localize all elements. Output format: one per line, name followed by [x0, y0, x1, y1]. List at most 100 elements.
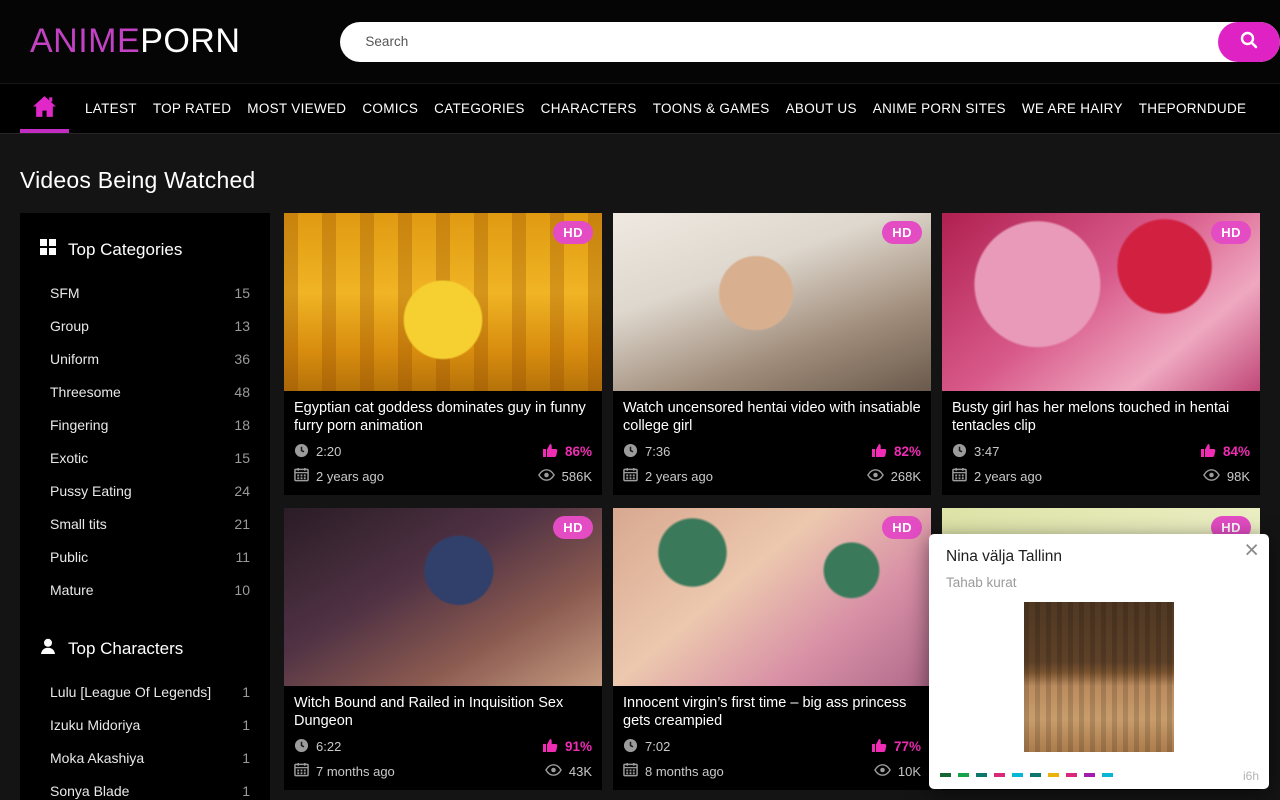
video-duration: 7:36: [645, 444, 670, 459]
video-title[interactable]: Innocent virgin’s first time – big ass p…: [623, 694, 921, 731]
sidebar-item-count: 24: [234, 483, 250, 499]
sidebar-item-label: Sonya Blade: [50, 783, 129, 799]
sidebar-item-label: Uniform: [50, 351, 99, 367]
video-views: 586K: [562, 469, 592, 484]
logo-part-porn: PORN: [140, 22, 240, 60]
video-meta-row: 2 years ago 98K: [952, 467, 1250, 485]
nav-item-latest[interactable]: LATEST: [85, 101, 137, 116]
video-rating: 77%: [894, 739, 921, 754]
home-icon: [32, 95, 57, 123]
loading-dash: [976, 773, 987, 777]
ad-timestamp: i6h: [1243, 769, 1259, 783]
sidebar-item-label: Pussy Eating: [50, 483, 132, 499]
video-age: 2 years ago: [316, 469, 384, 484]
nav-item-toons-games[interactable]: TOONS & GAMES: [653, 101, 770, 116]
top-characters-header: Top Characters: [40, 638, 252, 659]
nav-item-about-us[interactable]: ABOUT US: [786, 101, 857, 116]
category-item-group[interactable]: Group 13: [38, 309, 252, 342]
character-item-moka-akashiya[interactable]: Moka Akashiya 1: [38, 741, 252, 774]
sidebar-item-label: Izuku Midoriya: [50, 717, 140, 733]
character-item-sonya-blade[interactable]: Sonya Blade 1: [38, 774, 252, 800]
sidebar-item-count: 15: [234, 285, 250, 301]
video-duration: 3:47: [974, 444, 999, 459]
ad-popup[interactable]: × Nina välja Tallinn Tahab kurat i6h: [929, 534, 1269, 789]
hd-badge: HD: [882, 516, 922, 539]
nav-item-categories[interactable]: CATEGORIES: [434, 101, 525, 116]
hd-badge: HD: [553, 516, 593, 539]
sidebar-item-label: Small tits: [50, 516, 107, 532]
sidebar-item-count: 1: [242, 717, 250, 733]
hd-badge: HD: [882, 221, 922, 244]
nav-item-anime-porn-sites[interactable]: ANIME PORN SITES: [873, 101, 1006, 116]
character-item-izuku-midoriya[interactable]: Izuku Midoriya 1: [38, 708, 252, 741]
video-title[interactable]: Witch Bound and Railed in Inquisition Se…: [294, 694, 592, 731]
sidebar-item-count: 48: [234, 384, 250, 400]
eye-icon: [538, 469, 555, 484]
sidebar-item-count: 1: [242, 684, 250, 700]
ad-photo-placeholder[interactable]: [1024, 602, 1174, 752]
video-rating: 84%: [1223, 444, 1250, 459]
video-title[interactable]: Watch uncensored hentai video with insat…: [623, 399, 921, 436]
search-button[interactable]: [1218, 22, 1280, 62]
nav-item-home[interactable]: [20, 84, 69, 133]
sidebar-item-label: Group: [50, 318, 89, 334]
nav-item-comics[interactable]: COMICS: [362, 101, 418, 116]
video-card-1[interactable]: HD Egyptian cat goddess dominates guy in…: [284, 213, 602, 495]
category-item-fingering[interactable]: Fingering 18: [38, 408, 252, 441]
video-card-4[interactable]: HD Witch Bound and Railed in Inquisition…: [284, 508, 602, 790]
video-meta-row: 2 years ago 268K: [623, 467, 921, 485]
nav-item-characters[interactable]: CHARACTERS: [541, 101, 637, 116]
category-item-exotic[interactable]: Exotic 15: [38, 441, 252, 474]
hd-badge: HD: [1211, 221, 1251, 244]
top-categories-header: Top Categories: [40, 239, 252, 260]
category-item-mature[interactable]: Mature 10: [38, 573, 252, 606]
sidebar-item-count: 21: [234, 516, 250, 532]
sidebar-item-count: 1: [242, 783, 250, 799]
search-bar: [340, 22, 1280, 62]
character-icon: [40, 638, 56, 659]
category-item-threesome[interactable]: Threesome 48: [38, 375, 252, 408]
video-thumbnail[interactable]: HD: [284, 213, 602, 391]
nav-item-we-are-hairy[interactable]: WE ARE HAIRY: [1022, 101, 1123, 116]
video-title[interactable]: Egyptian cat goddess dominates guy in fu…: [294, 399, 592, 436]
video-card-3[interactable]: HD Busty girl has her melons touched in …: [942, 213, 1260, 495]
character-item-lulu-league-of-legends[interactable]: Lulu [League Of Legends] 1: [38, 675, 252, 708]
video-meta-row: 2 years ago 586K: [294, 467, 592, 485]
category-item-pussy-eating[interactable]: Pussy Eating 24: [38, 474, 252, 507]
close-icon[interactable]: ×: [1244, 534, 1259, 567]
sidebar-item-label: Fingering: [50, 417, 108, 433]
thumbs-up-icon: [542, 442, 558, 461]
ad-loading-dashes: [940, 773, 1113, 777]
nav-item-top-rated[interactable]: TOP RATED: [153, 101, 231, 116]
sidebar-item-label: Exotic: [50, 450, 88, 466]
video-thumbnail[interactable]: HD: [613, 213, 931, 391]
calendar-icon: [294, 467, 309, 485]
nav-item-most-viewed[interactable]: MOST VIEWED: [247, 101, 346, 116]
video-card-5[interactable]: HD Innocent virgin’s first time – big as…: [613, 508, 931, 790]
sidebar-item-label: SFM: [50, 285, 80, 301]
nav-item-theporndude[interactable]: THEPORNDUDE: [1139, 101, 1247, 116]
video-title[interactable]: Busty girl has her melons touched in hen…: [952, 399, 1250, 436]
sidebar-item-count: 36: [234, 351, 250, 367]
sidebar-item-count: 10: [234, 582, 250, 598]
search-input[interactable]: [340, 34, 1218, 49]
magnifier-icon: [1239, 30, 1259, 53]
category-item-uniform[interactable]: Uniform 36: [38, 342, 252, 375]
video-card-2[interactable]: HD Watch uncensored hentai video with in…: [613, 213, 931, 495]
sidebar-item-count: 15: [234, 450, 250, 466]
category-item-public[interactable]: Public 11: [38, 540, 252, 573]
video-thumbnail[interactable]: HD: [942, 213, 1260, 391]
video-meta-row: 3:47 84%: [952, 442, 1250, 461]
sidebar-item-label: Public: [50, 549, 88, 565]
category-item-small-tits[interactable]: Small tits 21: [38, 507, 252, 540]
video-meta-row: 8 months ago 10K: [623, 762, 921, 780]
sidebar-item-count: 13: [234, 318, 250, 334]
site-logo[interactable]: ANIMEPORN: [30, 22, 240, 61]
loading-dash: [1066, 773, 1077, 777]
video-thumbnail[interactable]: HD: [284, 508, 602, 686]
sidebar-item-count: 18: [234, 417, 250, 433]
video-card-body: Busty girl has her melons touched in hen…: [942, 391, 1260, 495]
video-thumbnail[interactable]: HD: [613, 508, 931, 686]
top-categories-list: SFM 15 Group 13 Uniform 36 Threesome 48 …: [38, 276, 252, 606]
category-item-sfm[interactable]: SFM 15: [38, 276, 252, 309]
